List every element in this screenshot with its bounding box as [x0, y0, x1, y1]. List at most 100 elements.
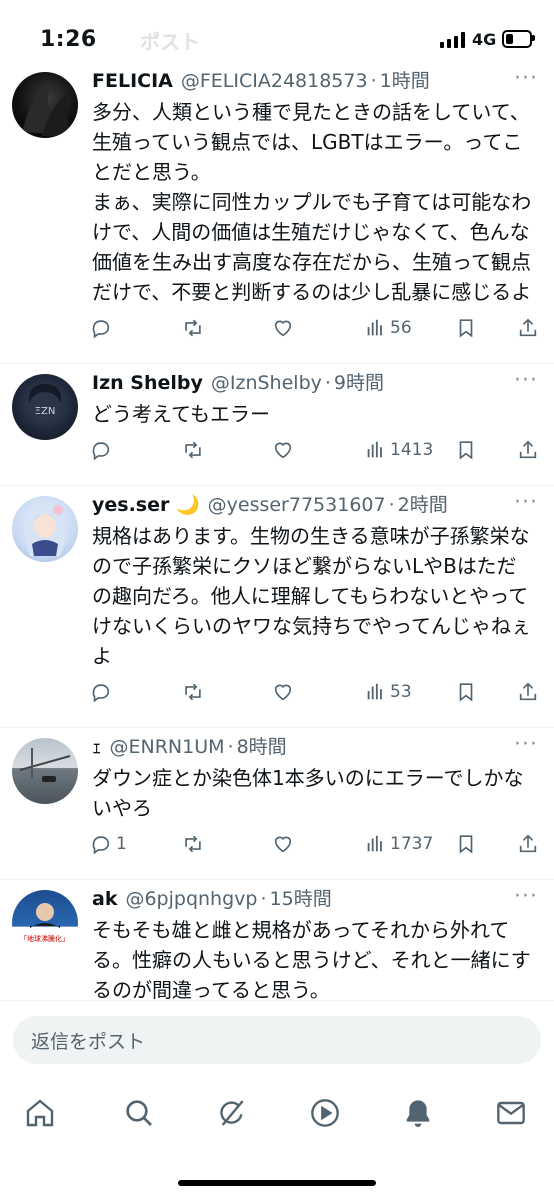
bookmark-button[interactable]	[455, 833, 477, 855]
bookmark-button[interactable]	[455, 439, 477, 461]
share-button[interactable]	[517, 317, 539, 339]
author-handle[interactable]: @yesser77531607	[208, 492, 386, 518]
like-button[interactable]	[272, 317, 294, 339]
clock: 1:26	[40, 27, 97, 52]
svg-text:ΞZN: ΞZN	[35, 406, 56, 417]
like-button[interactable]	[272, 833, 294, 855]
home-icon[interactable]	[22, 1095, 58, 1131]
repost-button[interactable]	[182, 439, 204, 461]
repost-icon	[182, 681, 204, 703]
home-indicator[interactable]	[178, 1180, 376, 1186]
more-options-icon[interactable]: ···	[514, 490, 538, 515]
like-icon	[272, 833, 294, 855]
author-handle[interactable]: @6pjpqnhgvp	[125, 886, 257, 912]
reply-bar: 返信をポスト	[0, 1000, 554, 1081]
bookmark-button[interactable]	[455, 681, 477, 703]
more-options-icon[interactable]: ···	[514, 368, 538, 393]
share-icon	[517, 439, 539, 461]
reply-input[interactable]: 返信をポスト	[13, 1016, 541, 1064]
tweet[interactable]: ΞZN ··· Izn Shelby @IznShelby · 9時間 どう考え…	[0, 364, 554, 486]
messages-icon[interactable]	[493, 1095, 529, 1131]
search-icon[interactable]	[121, 1095, 157, 1131]
author-name[interactable]: Izn Shelby	[92, 370, 203, 396]
share-icon	[517, 317, 539, 339]
like-button[interactable]	[272, 439, 294, 461]
share-button[interactable]	[517, 681, 539, 703]
reply-icon	[90, 317, 112, 339]
share-button[interactable]	[517, 833, 539, 855]
repost-icon	[182, 439, 204, 461]
more-options-icon[interactable]: ···	[514, 884, 538, 909]
bookmark-icon	[455, 317, 477, 339]
views-button[interactable]: 1737	[364, 833, 433, 855]
views-button[interactable]: 56	[364, 317, 412, 339]
views-icon	[364, 439, 386, 461]
more-options-icon[interactable]: ···	[514, 732, 538, 757]
bookmark-button[interactable]	[455, 317, 477, 339]
repost-icon	[182, 833, 204, 855]
repost-icon	[182, 317, 204, 339]
repost-button[interactable]	[182, 317, 204, 339]
like-button[interactable]	[272, 681, 294, 703]
signal-icon	[440, 32, 466, 48]
repost-button[interactable]	[182, 681, 204, 703]
author-name[interactable]: yes.ser 🌙	[92, 492, 200, 518]
avatar-caption: 「地球沸騰化」	[20, 935, 69, 943]
views-button[interactable]: 53	[364, 681, 412, 703]
share-button[interactable]	[517, 439, 539, 461]
tweet-actions: 56	[0, 307, 539, 363]
share-icon	[517, 833, 539, 855]
faded-header-title: ポスト	[140, 30, 200, 54]
tweet[interactable]: ··· yes.ser 🌙 @yesser77531607 · 2時間 規格はあ…	[0, 486, 554, 728]
post-time: 1時間	[379, 70, 430, 92]
tweet-actions: 53	[0, 671, 539, 727]
reply-count: 1	[116, 834, 127, 854]
reply-button[interactable]	[90, 439, 116, 461]
battery-icon	[502, 30, 532, 48]
repost-button[interactable]	[182, 833, 204, 855]
video-icon[interactable]	[307, 1095, 343, 1131]
tweet[interactable]: ··· FELICIA @FELICIA24818573 · 1時間 多分、人類…	[0, 62, 554, 364]
avatar[interactable]	[12, 738, 78, 804]
post-time: 8時間	[236, 736, 287, 758]
tweet[interactable]: ··· ｪ @ENRN1UM · 8時間 ダウン症とか染色体1本多いのにエラーで…	[0, 728, 554, 880]
avatar[interactable]: 「地球沸騰化」	[12, 890, 78, 956]
tweet-text: 規格はあります。生物の生きる意味が子孫繁栄なので子孫繁栄にクソほど繋がらないLや…	[92, 524, 531, 668]
tweet-text: 多分、人類という種で見たときの話をしていて、生殖っていう観点では、LGBTはエラ…	[92, 100, 532, 304]
avatar[interactable]	[12, 72, 78, 138]
like-icon	[272, 317, 294, 339]
reply-feed: ··· FELICIA @FELICIA24818573 · 1時間 多分、人類…	[0, 62, 554, 1007]
post-time: 9時間	[333, 372, 385, 394]
reply-button[interactable]: 1	[90, 833, 127, 855]
tweet[interactable]: 「地球沸騰化」 ··· ak @6pjpqnhgvp · 15時間 そもそも雄と…	[0, 880, 554, 1006]
avatar[interactable]	[12, 496, 78, 562]
reply-button[interactable]	[90, 681, 116, 703]
like-icon	[272, 439, 294, 461]
share-icon	[517, 681, 539, 703]
views-icon	[364, 833, 386, 855]
view-count: 1413	[390, 440, 434, 460]
view-count: 53	[390, 682, 412, 702]
reply-icon	[90, 833, 112, 855]
reply-icon	[90, 681, 112, 703]
tweet-text: ダウン症とか染色体1本多いのにエラーでしかないやろ	[92, 766, 524, 820]
author-name[interactable]: ｪ	[92, 734, 102, 760]
views-icon	[364, 681, 386, 703]
bookmark-icon	[455, 681, 477, 703]
tweet-actions: 1413	[0, 429, 539, 485]
post-time: 2時間	[397, 494, 448, 516]
author-handle[interactable]: @ENRN1UM	[110, 734, 225, 760]
post-time: 15時間	[269, 888, 332, 910]
author-name[interactable]: FELICIA	[92, 68, 173, 94]
tweet-actions: 1 1737	[0, 823, 539, 879]
tweet-text: そもそも雄と雌と規格があってそれから外れてる。性癖の人もいると思うけど、それと一…	[92, 918, 531, 1002]
status-bar: 1:26 ポスト 4G	[0, 0, 554, 70]
grok-icon[interactable]	[214, 1095, 250, 1131]
author-handle[interactable]: @IznShelby	[211, 370, 322, 396]
views-button[interactable]: 1413	[364, 439, 433, 461]
author-name[interactable]: ak	[92, 886, 117, 912]
notifications-icon[interactable]	[400, 1095, 436, 1131]
author-handle[interactable]: @FELICIA24818573	[181, 68, 368, 94]
reply-button[interactable]	[90, 317, 116, 339]
tweet-text: どう考えてもエラー	[92, 402, 270, 426]
